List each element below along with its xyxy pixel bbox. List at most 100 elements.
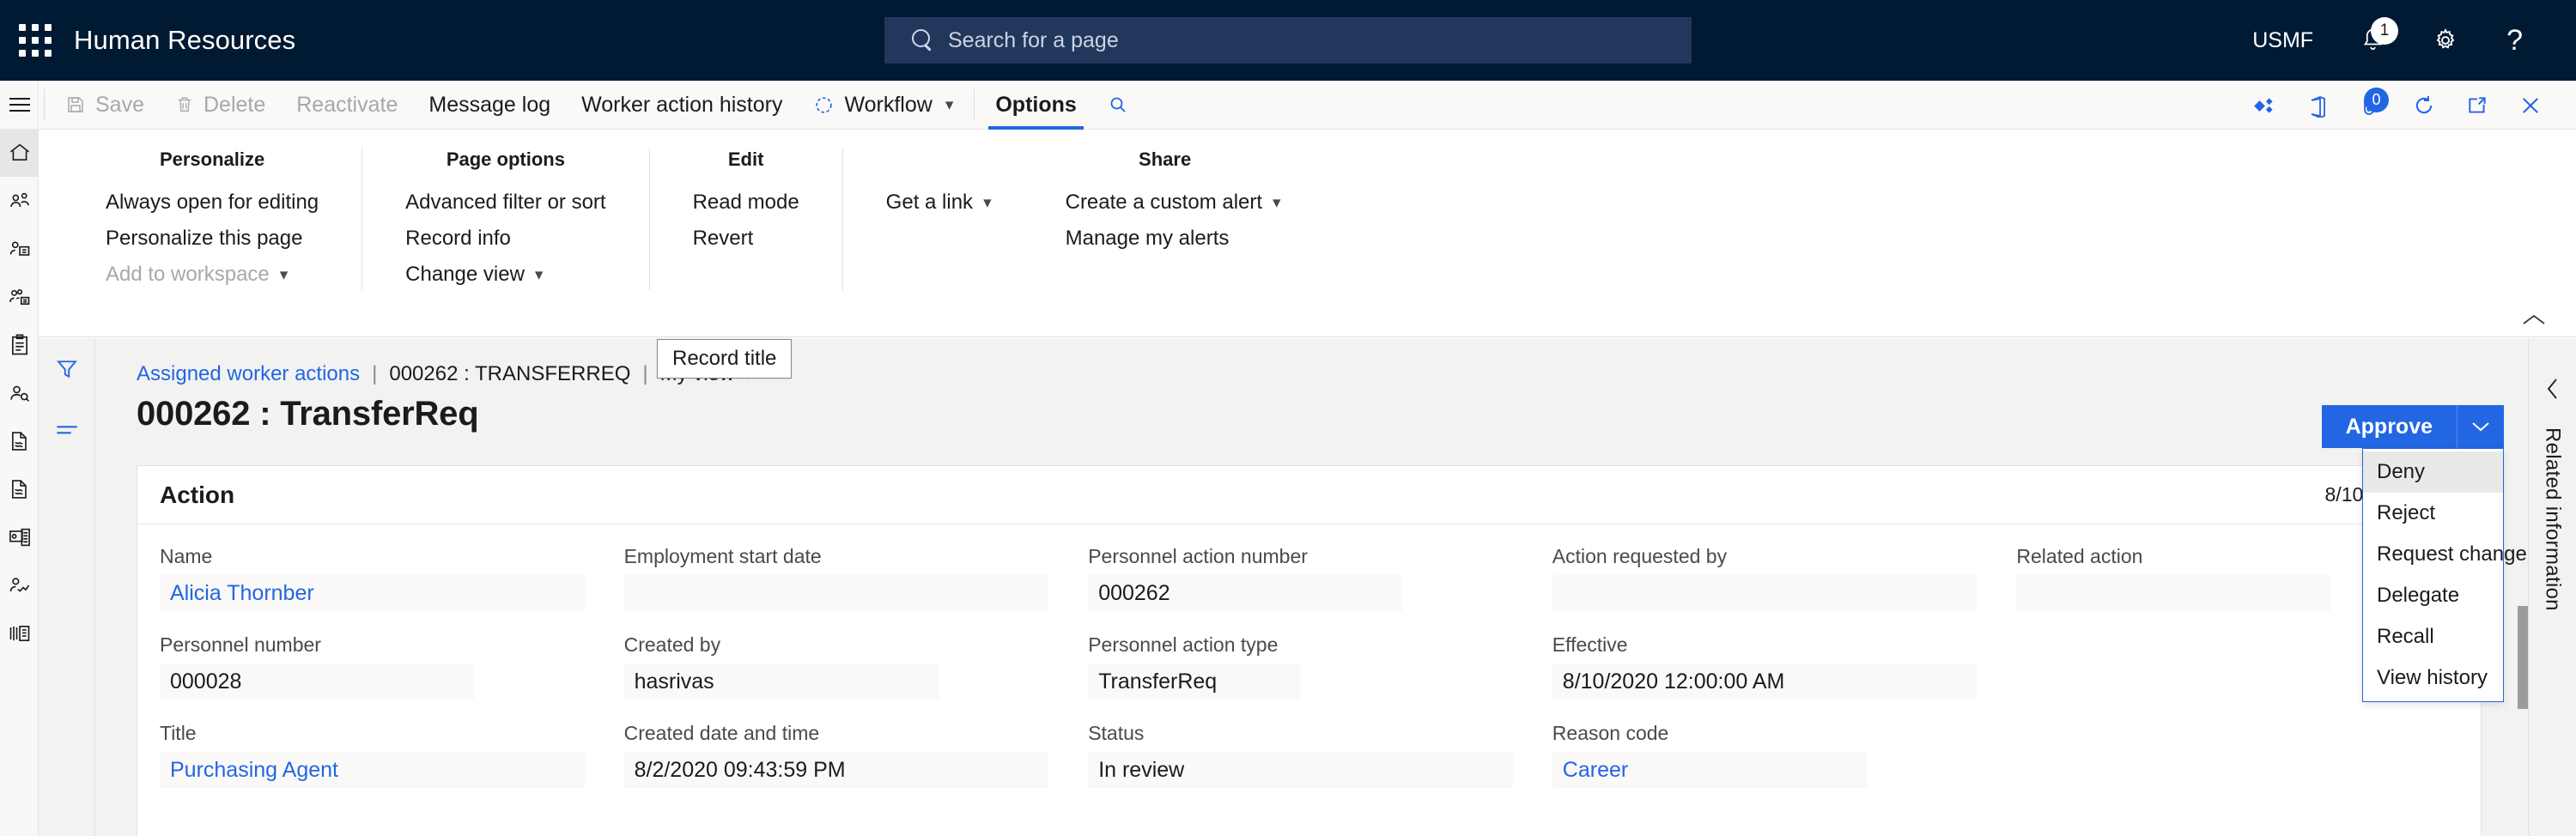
toolbar-divider-2: [974, 88, 975, 121]
ribbon-group-title: Share: [1139, 148, 1192, 170]
menu-item-reject[interactable]: Reject: [2363, 493, 2503, 534]
question-mark-icon: ?: [2506, 23, 2523, 57]
attach-icon[interactable]: 0: [2344, 81, 2397, 130]
toolbar-divider: [44, 88, 45, 121]
advanced-filter-or-sort-command[interactable]: Advanced filter or sort: [400, 188, 611, 217]
notifications-button[interactable]: 1: [2337, 0, 2409, 81]
sidebar-item-person-star[interactable]: [0, 561, 39, 609]
approve-dropdown-toggle[interactable]: [2458, 405, 2504, 448]
field-value[interactable]: 8/2/2020 09:43:59 PM: [623, 752, 1049, 788]
delete-button[interactable]: Delete: [160, 81, 281, 130]
sidebar-item-person-board[interactable]: [0, 225, 39, 273]
menu-item-deny[interactable]: Deny: [2363, 451, 2503, 493]
help-button[interactable]: ?: [2482, 0, 2547, 81]
always-open-for-editing-command[interactable]: Always open for editing: [100, 188, 324, 217]
sidebar-item-document-flow[interactable]: [0, 417, 39, 465]
sidebar-item-group-settings[interactable]: [0, 273, 39, 321]
field-value[interactable]: 8/10/2020 12:00:00 AM: [1552, 663, 1978, 700]
field-value[interactable]: TransferReq: [1088, 663, 1301, 700]
filter-funnel-icon[interactable]: [39, 338, 95, 400]
field-personnel-action-type: Personnel action type TransferReq: [1088, 633, 1552, 700]
field-value[interactable]: In review: [1088, 752, 1513, 788]
topbar-right-group: USMF 1 ?: [2228, 0, 2576, 81]
add-to-workspace-command[interactable]: Add to workspace ▾: [100, 260, 324, 289]
global-search-box[interactable]: [884, 17, 1692, 64]
menu-item-recall[interactable]: Recall: [2363, 616, 2503, 657]
related-information-label[interactable]: Related information: [2541, 427, 2565, 611]
command-label: Record info: [405, 227, 511, 250]
settings-button[interactable]: [2409, 0, 2482, 81]
field-label: Status: [1088, 722, 1145, 744]
sidebar-item-card-calculator[interactable]: [0, 513, 39, 561]
company-selector[interactable]: USMF: [2228, 0, 2337, 81]
open-in-new-icon[interactable]: [2451, 81, 2504, 130]
field-value[interactable]: Purchasing Agent: [160, 752, 585, 788]
tab-options[interactable]: Options: [980, 81, 1091, 130]
field-value[interactable]: hasrivas: [623, 663, 939, 700]
field-spacer-2: [2016, 722, 2481, 788]
sidebar-item-bar-book[interactable]: [0, 609, 39, 657]
card-header[interactable]: Action 8/10/2020 12:0: [137, 466, 2481, 524]
worker-action-history-button[interactable]: Worker action history: [566, 81, 798, 130]
field-label: Reason code: [1552, 722, 1669, 744]
command-label: Advanced filter or sort: [405, 191, 606, 214]
close-icon[interactable]: [2504, 81, 2557, 130]
vertical-scrollbar-thumb[interactable]: [2518, 606, 2528, 709]
sidebar-item-document-flow2[interactable]: [0, 465, 39, 513]
field-value[interactable]: [2016, 575, 2331, 611]
field-title: Title Purchasing Agent: [160, 722, 624, 788]
menu-item-request-change[interactable]: Request change: [2363, 534, 2527, 575]
chevron-up-icon[interactable]: [2521, 312, 2547, 328]
record-info-command[interactable]: Record info: [400, 224, 611, 253]
command-label: Create a custom alert: [1065, 191, 1263, 214]
field-value[interactable]: Career: [1552, 752, 1867, 788]
field-value[interactable]: 000262: [1088, 575, 1403, 611]
ribbon-group-title: Personalize: [159, 148, 265, 170]
refresh-icon[interactable]: [2397, 81, 2451, 130]
field-value[interactable]: [1552, 575, 1978, 611]
search-icon: [1110, 97, 1126, 112]
message-log-button[interactable]: Message log: [413, 81, 566, 130]
read-mode-command[interactable]: Read mode: [688, 188, 805, 217]
chevron-left-icon[interactable]: [2544, 376, 2561, 402]
create-a-custom-alert-command[interactable]: Create a custom alert ▾: [1060, 188, 1286, 217]
personalize-this-page-command[interactable]: Personalize this page: [100, 224, 324, 253]
field-value[interactable]: [623, 575, 1049, 611]
field-personnel-action-number: Personnel action number 000262: [1088, 545, 1552, 611]
revert-command[interactable]: Revert: [688, 224, 805, 253]
field-created-date-and-time: Created date and time 8/2/2020 09:43:59 …: [623, 722, 1089, 788]
diamonds-icon[interactable]: [2238, 81, 2291, 130]
tab-options-label: Options: [995, 92, 1077, 117]
save-label: Save: [95, 92, 144, 117]
command-label: Revert: [692, 227, 754, 250]
reactivate-button[interactable]: Reactivate: [281, 81, 413, 130]
menu-item-delegate[interactable]: Delegate: [2363, 575, 2503, 616]
save-button[interactable]: Save: [50, 81, 160, 130]
command-label: Change view: [405, 263, 525, 286]
manage-my-alerts-command[interactable]: Manage my alerts: [1060, 224, 1286, 253]
breadcrumb-link-assigned-worker-actions[interactable]: Assigned worker actions: [137, 362, 360, 386]
field-value[interactable]: 000028: [160, 663, 474, 700]
sidebar-item-home[interactable]: [0, 129, 39, 177]
sidebar-item-person-search[interactable]: [0, 369, 39, 417]
hamburger-menu-icon[interactable]: [0, 81, 39, 129]
toolbar-search-button[interactable]: [1092, 81, 1144, 130]
field-label: Action requested by: [1552, 545, 1728, 567]
get-a-link-command[interactable]: Get a link ▾: [881, 188, 997, 217]
action-fasttab-card: Action 8/10/2020 12:0 Name Alicia Thornb…: [137, 465, 2482, 836]
app-launcher-icon[interactable]: [19, 24, 52, 57]
attachment-count-badge: 0: [2364, 88, 2389, 112]
list-lines-icon[interactable]: [39, 400, 95, 462]
ribbon-group-share: Share Get a link ▾ Create a custom alert…: [841, 148, 1324, 290]
change-view-command[interactable]: Change view ▾: [400, 260, 611, 289]
field-created-by: Created by hasrivas: [623, 633, 1089, 700]
field-value[interactable]: Alicia Thornber: [160, 575, 585, 611]
sidebar-item-clipboard-list[interactable]: [0, 321, 39, 369]
workflow-menu-button[interactable]: Workflow ▾: [798, 81, 969, 130]
office-app-icon[interactable]: [2291, 81, 2344, 130]
field-status: Status In review: [1088, 722, 1552, 788]
search-input[interactable]: [948, 27, 1635, 53]
menu-item-view-history[interactable]: View history: [2363, 657, 2503, 699]
approve-button[interactable]: Approve: [2321, 405, 2458, 448]
sidebar-item-people-pair[interactable]: [0, 177, 39, 225]
